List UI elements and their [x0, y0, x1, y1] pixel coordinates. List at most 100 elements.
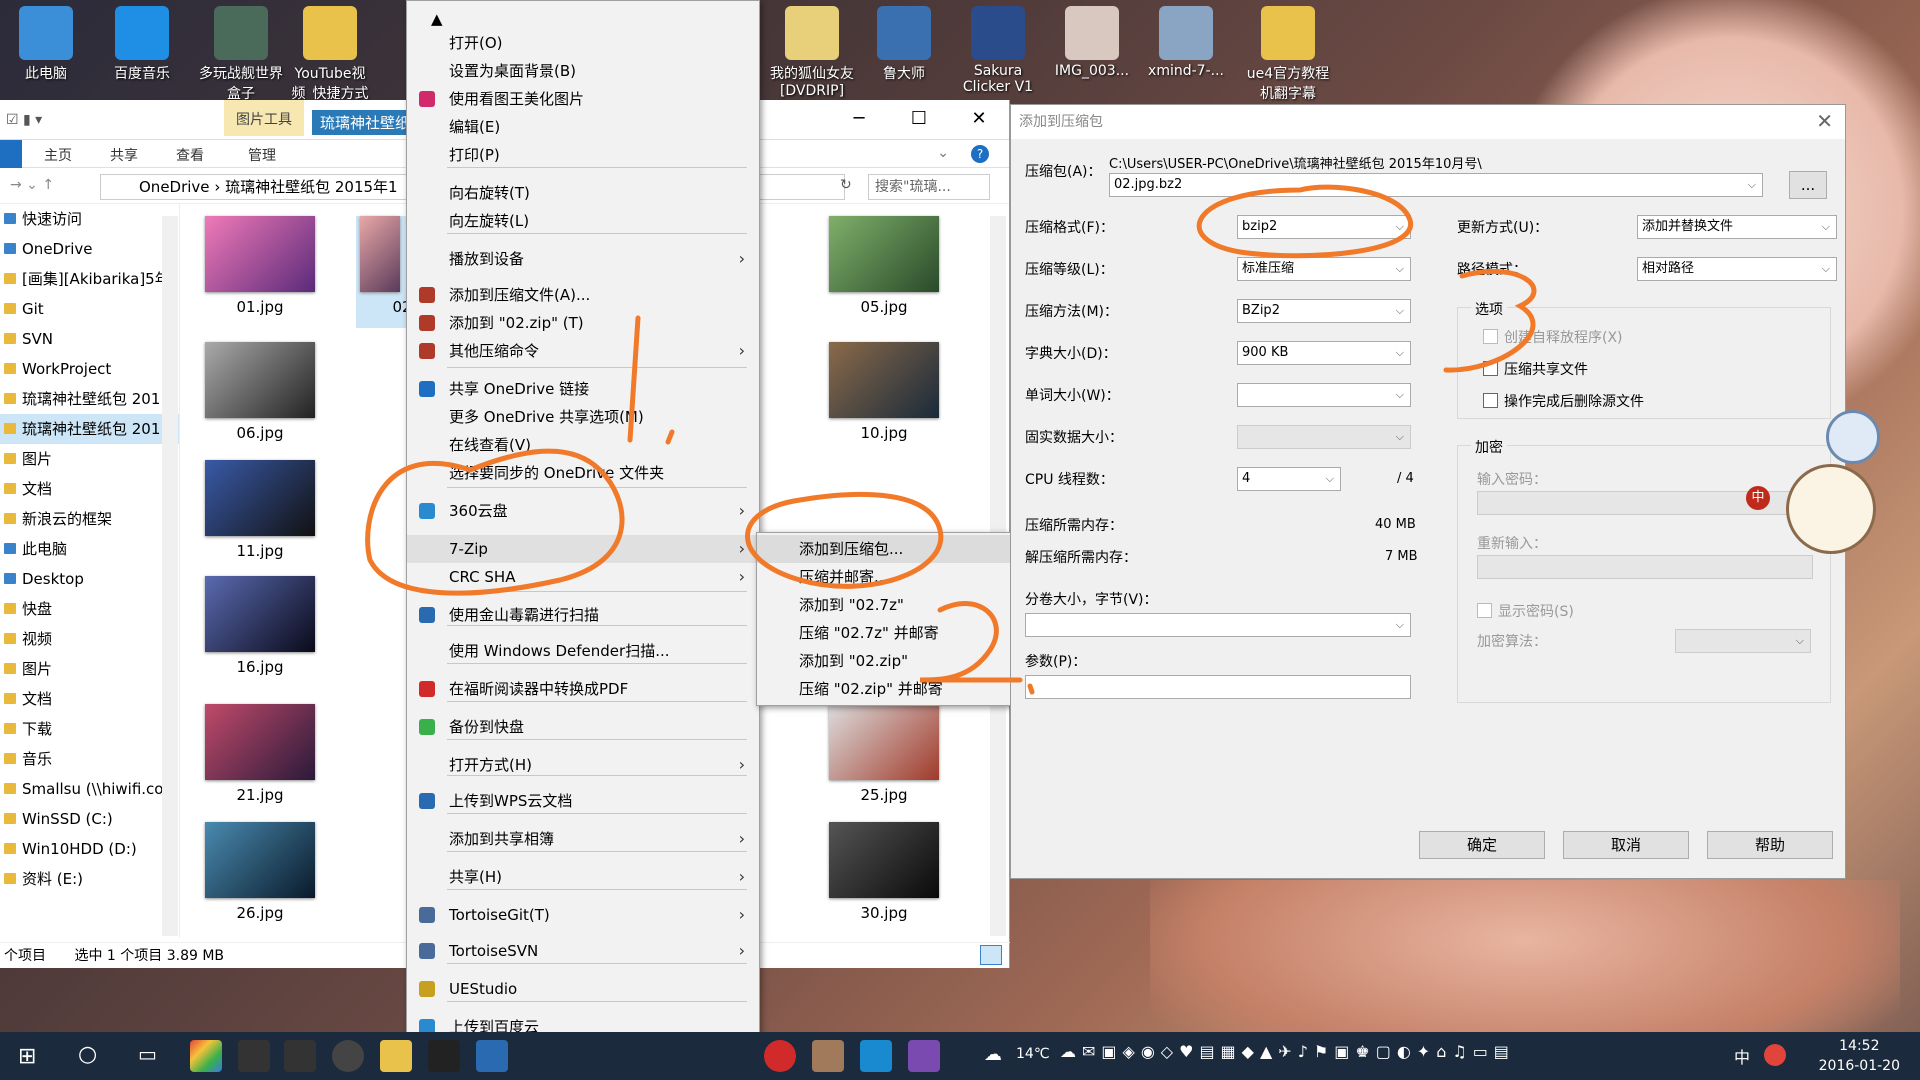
nav-item[interactable]: Smallsu (\\hiwifi.co — [0, 774, 179, 804]
context-menu-item[interactable]: 其他压缩命令 › — [407, 337, 759, 365]
view-toggle-icon[interactable] — [980, 945, 1002, 965]
file-thumbnail[interactable]: 21.jpg — [200, 704, 320, 804]
file-thumbnail[interactable]: 01.jpg — [200, 216, 320, 316]
cancel-button[interactable]: 取消 — [1563, 831, 1689, 859]
nav-item[interactable]: 图片 — [0, 444, 179, 474]
nav-item[interactable]: SVN — [0, 324, 179, 354]
method-select[interactable]: BZip2 ⌵ — [1237, 299, 1411, 323]
quick-access-toolbar[interactable]: ☑ ▮ ▾ — [6, 112, 42, 128]
file-thumbnail[interactable]: 05.jpg — [824, 216, 944, 316]
app-icon[interactable] — [812, 1040, 844, 1072]
browse-button[interactable]: ... — [1789, 171, 1827, 199]
app-icon[interactable] — [860, 1040, 892, 1072]
file-thumbnail[interactable]: 25.jpg — [824, 704, 944, 804]
sogou-icon[interactable] — [1764, 1044, 1786, 1066]
desktop-icon-baidu-music[interactable]: 百度音乐 — [102, 6, 182, 83]
nav-item-selected[interactable]: 琉璃神社壁纸包 201 — [0, 414, 179, 444]
context-menu-item[interactable]: 编辑(E) — [407, 113, 759, 141]
minimize-button[interactable]: ─ — [829, 100, 889, 140]
unity-icon[interactable] — [284, 1040, 316, 1072]
desktop-icon-wows-box[interactable]: 多玩战舰世界盒子 — [196, 6, 286, 103]
nav-item[interactable]: WinSSD (C:) — [0, 804, 179, 834]
context-menu-item[interactable]: 添加到压缩文件(A)... — [407, 281, 759, 309]
desktop-icon-fox-wife[interactable]: 我的狐仙女友[DVDRIP] — [768, 6, 856, 99]
desktop-icon-xmind[interactable]: xmind-7-... — [1146, 6, 1226, 79]
context-menu-item[interactable]: 打开(O) — [407, 29, 759, 57]
context-menu-item[interactable]: 在福昕阅读器中转换成PDF — [407, 675, 759, 703]
pathmode-select[interactable]: 相对路径 ⌵ — [1637, 257, 1837, 281]
app-icon[interactable] — [428, 1040, 460, 1072]
file-thumbnail[interactable]: 26.jpg — [200, 822, 320, 922]
app-icon[interactable] — [476, 1040, 508, 1072]
split-select[interactable]: ⌵ — [1025, 613, 1411, 637]
word-select[interactable]: ⌵ — [1237, 383, 1411, 407]
context-menu-item[interactable]: 使用看图王美化图片 — [407, 85, 759, 113]
close-icon[interactable]: ✕ — [1816, 109, 1833, 133]
nav-item[interactable]: 音乐 — [0, 744, 179, 774]
help-button[interactable]: 帮助 — [1707, 831, 1833, 859]
desktop-icon-img003[interactable]: IMG_003... — [1052, 6, 1132, 79]
unreal-icon[interactable] — [332, 1040, 364, 1072]
context-menu-item[interactable]: UEStudio — [407, 975, 759, 1003]
desktop-icon-sakura[interactable]: Sakura Clicker V1 — [958, 6, 1038, 95]
delete-after-checkbox[interactable]: 操作完成后删除源文件 — [1483, 391, 1644, 411]
archive-name-input[interactable]: 02.jpg.bz2 ⌵ — [1109, 173, 1763, 197]
context-menu-item[interactable]: CRC SHA › — [407, 563, 759, 591]
shared-files-checkbox[interactable]: 压缩共享文件 — [1483, 359, 1588, 379]
context-menu-item[interactable]: TortoiseGit(T) › — [407, 901, 759, 929]
task-view-icon[interactable]: ▭ — [138, 1042, 157, 1066]
submenu-item[interactable]: 压缩 "02.zip" 并邮寄 — [757, 675, 1029, 703]
context-menu-item[interactable]: 使用金山毒霸进行扫描 — [407, 601, 759, 629]
unity-icon[interactable] — [238, 1040, 270, 1072]
context-menu-item[interactable]: 7-Zip › — [407, 535, 759, 563]
start-button[interactable]: ⊞ — [18, 1044, 36, 1069]
submenu-item[interactable]: 压缩 "02.7z" 并邮寄 — [757, 619, 1029, 647]
nav-item[interactable]: 视频 — [0, 624, 179, 654]
close-button[interactable]: ✕ — [949, 100, 1009, 140]
context-menu-item[interactable]: 更多 OneDrive 共享选项(M) — [407, 403, 759, 431]
file-tab[interactable] — [0, 140, 22, 168]
cpu-select[interactable]: 4 ⌵ — [1237, 467, 1341, 491]
show-password-checkbox[interactable]: 显示密码(S) — [1477, 601, 1574, 621]
nav-item[interactable]: 新浪云的框架 — [0, 504, 179, 534]
nav-item[interactable]: WorkProject — [0, 354, 179, 384]
clock[interactable]: 14:52 2016-01-20 — [1819, 1036, 1900, 1076]
submenu-item[interactable]: 压缩并邮寄... — [757, 563, 1029, 591]
submenu-item[interactable]: 添加到 "02.zip" — [757, 647, 1029, 675]
nav-item[interactable]: 图片 — [0, 654, 179, 684]
submenu-item[interactable]: 添加到 "02.7z" — [757, 591, 1029, 619]
context-menu-item[interactable]: 播放到设备 › — [407, 245, 759, 273]
context-menu-item[interactable]: 上传到WPS云文档 — [407, 787, 759, 815]
tab-view[interactable]: 查看 — [176, 145, 204, 165]
context-menu-item[interactable]: 选择要同步的 OneDrive 文件夹 — [407, 459, 759, 487]
desktop-icon-youtube[interactable]: YouTube视频_快捷方式 — [290, 6, 370, 103]
context-menu-item[interactable]: 备份到快盘 — [407, 713, 759, 741]
params-input[interactable] — [1025, 675, 1411, 699]
desktop-icon-ludashi[interactable]: 鲁大师 — [864, 6, 944, 83]
nav-item[interactable]: 文档 — [0, 684, 179, 714]
help-icon[interactable]: ? — [971, 145, 989, 163]
search-icon[interactable]: ○ — [78, 1042, 97, 1067]
nav-scrollbar[interactable] — [162, 216, 178, 936]
context-menu-item[interactable]: 共享(H) › — [407, 863, 759, 891]
visual-studio-icon[interactable] — [908, 1040, 940, 1072]
tray-icons[interactable]: ☁✉▣◈◉◇♥▤▦◆▲✈♪⚑▣♚▢◐✦⌂♫▭▤ — [1060, 1042, 1515, 1061]
level-select[interactable]: 标准压缩 ⌵ — [1237, 257, 1411, 281]
context-menu-item[interactable]: TortoiseSVN › — [407, 937, 759, 965]
nav-item[interactable]: 快速访问 — [0, 204, 179, 234]
nav-item[interactable]: 资料 (E:) — [0, 864, 179, 894]
nav-item[interactable]: 此电脑 — [0, 534, 179, 564]
nav-item[interactable]: Win10HDD (D:) — [0, 834, 179, 864]
nav-arrows[interactable]: → ⌄ ↑ — [10, 177, 54, 193]
nav-item[interactable]: 文档 — [0, 474, 179, 504]
explorer-icon[interactable] — [380, 1040, 412, 1072]
file-thumbnail[interactable]: 11.jpg — [200, 460, 320, 560]
chrome-icon[interactable] — [190, 1040, 222, 1072]
context-menu-item[interactable]: 打印(P) — [407, 141, 759, 169]
nav-item[interactable]: 琉璃神社壁纸包 201 — [0, 384, 179, 414]
ime-indicator[interactable]: 中 — [1734, 1044, 1750, 1068]
context-menu-item[interactable]: 向右旋转(T) — [407, 179, 759, 207]
desktop-icon-ue4[interactable]: ue4官方教程机翻字幕 — [1240, 6, 1336, 103]
context-menu-item[interactable]: 向左旋转(L) — [407, 207, 759, 235]
context-menu-item[interactable]: 在线查看(V) — [407, 431, 759, 459]
